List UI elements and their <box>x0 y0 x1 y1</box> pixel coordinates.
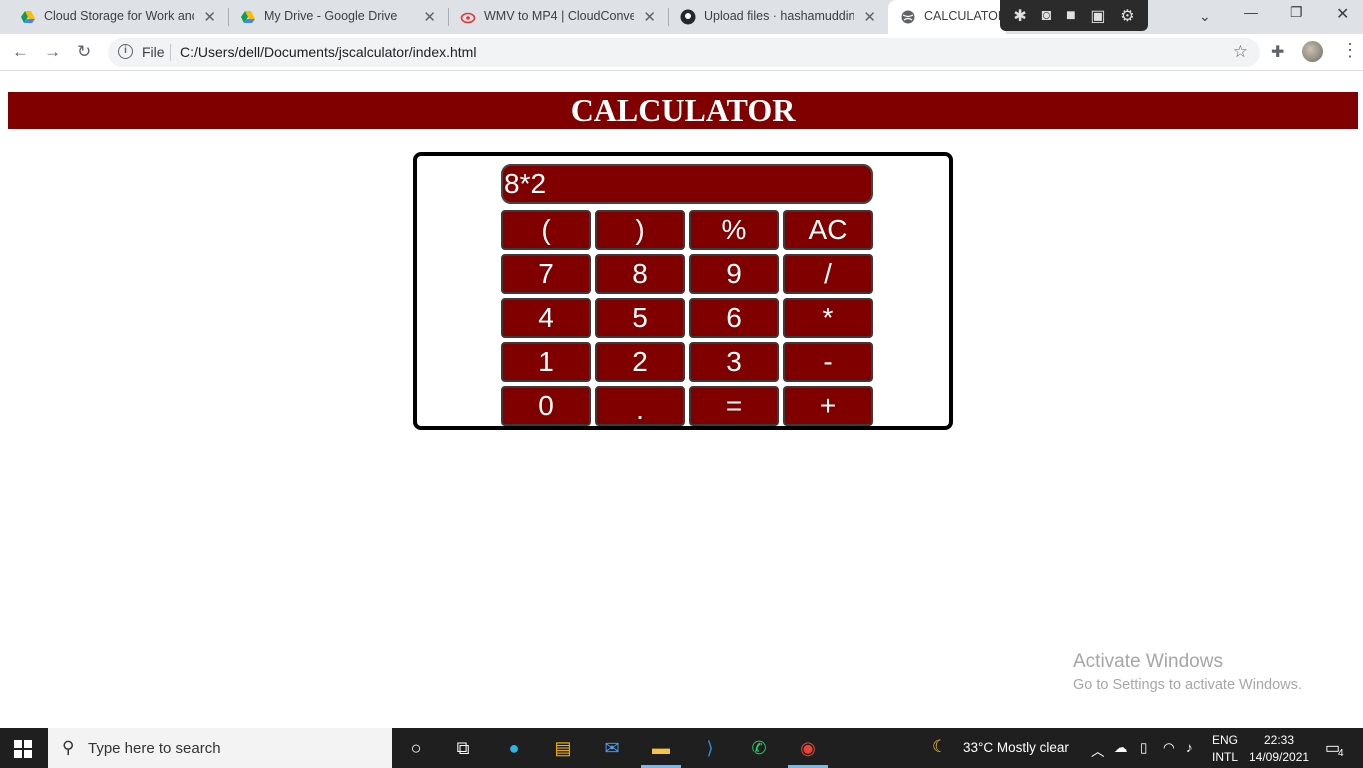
weather-text[interactable]: 33°C Mostly clear <box>963 740 1069 755</box>
gallery-icon[interactable]: ▣ <box>1090 6 1105 26</box>
restore-icon[interactable]: ❐ <box>1290 4 1303 21</box>
clock-date[interactable]: 14/09/2021 <box>1249 750 1309 764</box>
key-clear[interactable]: AC <box>783 210 873 250</box>
close-tab-icon[interactable]: ✕ <box>423 8 436 26</box>
key-subtract[interactable]: - <box>783 342 873 382</box>
tab-title: Cloud Storage for Work and I <box>44 9 194 23</box>
close-tab-icon[interactable]: ✕ <box>643 8 656 26</box>
tab-cloud-storage[interactable]: Cloud Storage for Work and I ✕ <box>8 0 226 34</box>
vscode-icon[interactable]: ⟩ <box>698 736 722 760</box>
key-6[interactable]: 6 <box>689 298 779 338</box>
address-bar[interactable]: i File C:/Users/dell/Documents/jscalcula… <box>108 38 1260 67</box>
menu-kebab-icon[interactable]: ⋮ <box>1341 40 1359 61</box>
bookmark-star-icon[interactable]: ☆ <box>1233 42 1248 62</box>
tab-my-drive[interactable]: My Drive - Google Drive ✕ <box>228 0 446 34</box>
pin-icon[interactable]: ✱ <box>1013 6 1026 26</box>
file-explorer-icon[interactable]: ▬ <box>649 736 673 760</box>
screen-recorder-bar: ✱ ◙ ■ ▣ ⚙ <box>1000 0 1148 31</box>
key-8[interactable]: 8 <box>595 254 685 294</box>
windows-start-icon[interactable] <box>14 740 32 758</box>
minimize-icon[interactable]: — <box>1244 4 1258 20</box>
store-icon[interactable]: ▤ <box>551 736 575 760</box>
taskbar-search-box[interactable]: ⚲ Type here to search <box>48 728 392 768</box>
camera-icon[interactable]: ◙ <box>1042 7 1052 25</box>
notification-count: 4 <box>1338 748 1344 759</box>
scheme-label: File <box>142 44 165 60</box>
profile-avatar[interactable] <box>1302 41 1323 62</box>
activate-windows-watermark: Activate Windows Go to Settings to activ… <box>1073 651 1302 693</box>
watermark-subtitle: Go to Settings to activate Windows. <box>1073 677 1302 693</box>
language-code[interactable]: ENG <box>1212 733 1238 747</box>
search-placeholder: Type here to search <box>88 740 221 757</box>
key-9[interactable]: 9 <box>689 254 779 294</box>
volume-icon[interactable]: ♪ <box>1186 740 1193 755</box>
tab-search-icon[interactable]: ⌄ <box>1199 8 1211 25</box>
close-window-icon[interactable]: ✕ <box>1336 4 1349 24</box>
address-divider <box>170 44 171 61</box>
key-3[interactable]: 3 <box>689 342 779 382</box>
info-icon[interactable]: i <box>118 44 133 59</box>
key-divide[interactable]: / <box>783 254 873 294</box>
wifi-icon[interactable]: ◠ <box>1163 740 1175 756</box>
task-view-icon[interactable]: ⧉ <box>451 736 475 760</box>
tab-calculator[interactable]: CALCULATOR <box>888 0 1006 34</box>
tab-title: Upload files · hashamuddin1/ <box>704 9 854 23</box>
cloudconvert-icon <box>460 12 476 24</box>
cortana-icon[interactable]: ○ <box>404 736 428 760</box>
keyboard-layout[interactable]: INTL <box>1212 750 1238 764</box>
key-close-paren[interactable]: ) <box>595 210 685 250</box>
url-text[interactable]: C:/Users/dell/Documents/jscalculator/ind… <box>180 44 476 60</box>
whatsapp-icon[interactable]: ✆ <box>747 736 771 760</box>
key-decimal[interactable]: . <box>595 386 685 426</box>
key-4[interactable]: 4 <box>501 298 591 338</box>
edge-icon[interactable]: ● <box>502 736 526 760</box>
mail-icon[interactable]: ✉ <box>600 736 624 760</box>
key-5[interactable]: 5 <box>595 298 685 338</box>
reload-icon[interactable]: ↻ <box>77 42 91 62</box>
globe-icon <box>901 10 915 24</box>
gear-icon[interactable]: ⚙ <box>1120 6 1134 26</box>
key-percent[interactable]: % <box>689 210 779 250</box>
google-drive-icon <box>241 11 255 23</box>
tab-github-upload[interactable]: Upload files · hashamuddin1/ ✕ <box>668 0 886 34</box>
tab-title: CALCULATOR <box>924 9 1006 23</box>
clock-time[interactable]: 22:33 <box>1264 733 1294 747</box>
tab-title: My Drive - Google Drive <box>264 9 398 23</box>
browser-toolbar: ← → ↻ i File C:/Users/dell/Documents/jsc… <box>0 34 1363 71</box>
key-7[interactable]: 7 <box>501 254 591 294</box>
key-0[interactable]: 0 <box>501 386 591 426</box>
chrome-icon[interactable]: ◉ <box>796 736 820 760</box>
key-equals[interactable]: = <box>689 386 779 426</box>
battery-icon[interactable]: ▯ <box>1140 740 1147 756</box>
key-1[interactable]: 1 <box>501 342 591 382</box>
close-tab-icon[interactable]: ✕ <box>863 8 876 26</box>
tab-cloudconvert[interactable]: WMV to MP4 | CloudConvert ✕ <box>448 0 666 34</box>
browser-tab-bar: Cloud Storage for Work and I ✕ My Drive … <box>0 0 1363 34</box>
page-title: CALCULATOR <box>8 92 1358 129</box>
video-icon[interactable]: ■ <box>1066 7 1076 25</box>
key-open-paren[interactable]: ( <box>501 210 591 250</box>
calculator: 8*2 ( ) % AC 7 8 9 / 4 5 6 * 1 2 3 - 0 .… <box>413 152 953 430</box>
onedrive-cloud-icon[interactable]: ☁ <box>1114 740 1128 756</box>
tab-title: WMV to MP4 | CloudConvert <box>484 9 634 23</box>
back-icon[interactable]: ← <box>12 42 29 62</box>
key-2[interactable]: 2 <box>595 342 685 382</box>
key-add[interactable]: + <box>783 386 873 426</box>
extensions-puzzle-icon[interactable]: ✚ <box>1271 42 1284 62</box>
moon-weather-icon[interactable]: ☾ <box>932 737 947 757</box>
watermark-title: Activate Windows <box>1073 651 1223 672</box>
google-drive-icon <box>21 11 35 23</box>
show-hidden-icons-chevron[interactable]: ︿ <box>1091 740 1105 760</box>
key-multiply[interactable]: * <box>783 298 873 338</box>
close-tab-icon[interactable]: ✕ <box>203 8 216 26</box>
windows-taskbar: ⚲ Type here to search ○ ⧉ ● ▤ ✉ ▬ ⟩ ✆ ◉ … <box>0 728 1363 768</box>
calculator-display[interactable]: 8*2 <box>501 164 873 204</box>
search-icon: ⚲ <box>62 738 75 757</box>
forward-icon[interactable]: → <box>44 42 61 62</box>
github-icon <box>680 9 696 25</box>
